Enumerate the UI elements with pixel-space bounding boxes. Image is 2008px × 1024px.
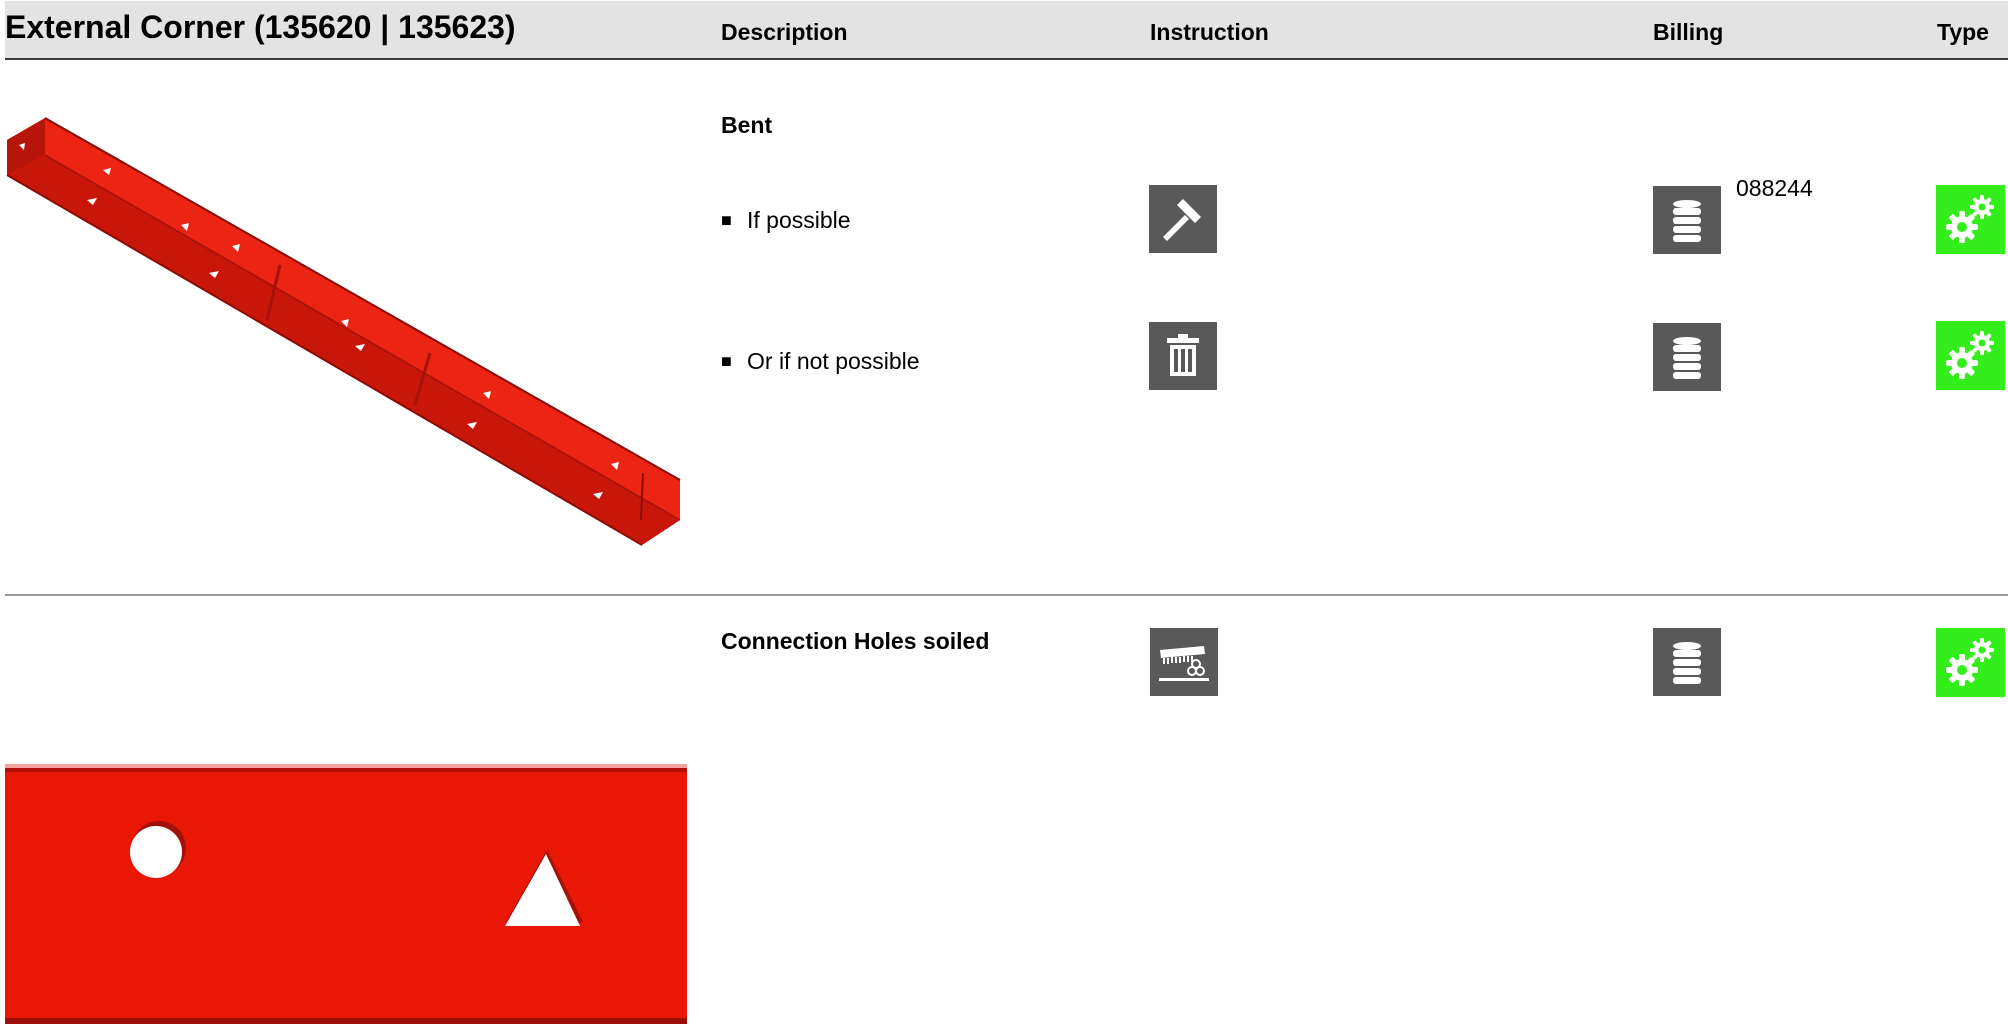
trash-icon — [1149, 322, 1217, 390]
connection-holes-closeup-image — [5, 764, 687, 1024]
row-description: Or if not possible — [747, 348, 920, 374]
billing-code: 088244 — [1736, 175, 1813, 201]
coin-stack-icon — [1653, 323, 1721, 391]
bullet: ■ — [721, 351, 732, 371]
gears-icon — [1936, 185, 2005, 254]
part-3d-image — [6, 117, 681, 546]
section-divider — [5, 594, 2008, 596]
column-header-billing: Billing — [1653, 19, 1724, 45]
gears-icon — [1936, 321, 2005, 390]
hammer-icon — [1149, 185, 1217, 253]
column-header-type: Type — [1937, 19, 1989, 45]
bullet: ■ — [721, 210, 732, 230]
page-title: External Corner (135620 | 135623) — [5, 9, 516, 45]
cleaning-brush-icon — [1150, 628, 1218, 696]
column-header-instruction: Instruction — [1150, 19, 1269, 45]
row-description: If possible — [747, 207, 851, 233]
table-header: External Corner (135620 | 135623) Descri… — [5, 1, 2008, 60]
coin-stack-icon — [1653, 186, 1721, 254]
gears-icon — [1936, 628, 2005, 697]
column-header-description: Description — [721, 19, 848, 45]
coin-stack-icon — [1653, 628, 1721, 696]
section-heading-connection-holes: Connection Holes soiled — [721, 628, 990, 654]
section-heading-bent: Bent — [721, 112, 773, 138]
